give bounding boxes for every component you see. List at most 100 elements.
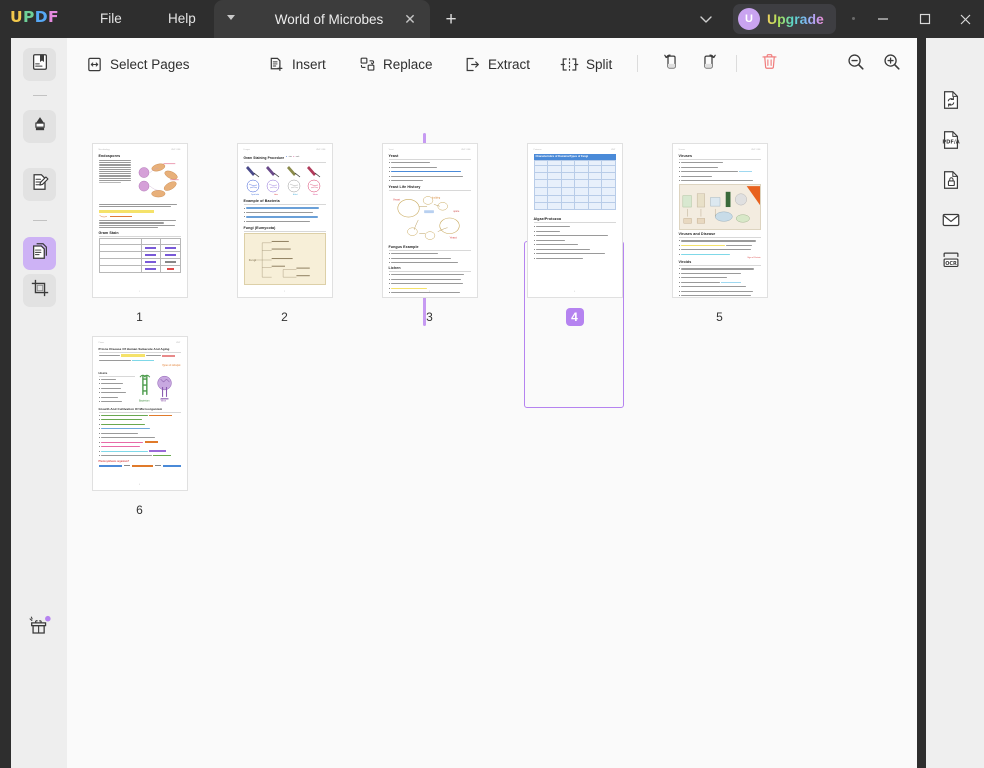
page-preview[interactable]: Protozoa UNIT Characteristics of Domains/… bbox=[526, 143, 623, 298]
extract-label: Extract bbox=[488, 56, 531, 72]
convert-pdf-button[interactable] bbox=[934, 86, 967, 119]
gift-promo-button[interactable] bbox=[23, 613, 56, 646]
lock-document-icon bbox=[940, 169, 962, 196]
page-section-heading: Growth And Cultivation Of Microorganism bbox=[98, 406, 163, 411]
rotate-left-button[interactable] bbox=[657, 51, 683, 77]
sidebar-item-reader[interactable] bbox=[23, 48, 56, 81]
page-subheading: Algae/Protozoa bbox=[533, 216, 562, 221]
tab-chevron-down-icon[interactable] bbox=[227, 15, 235, 20]
pdfa-button[interactable]: PDF/A bbox=[934, 126, 967, 159]
select-pages-icon bbox=[86, 56, 103, 73]
page-section-heading-2: Lichen bbox=[388, 266, 401, 271]
page-preview[interactable]: Prions UNIT Prions Disease Of Human Subac… bbox=[91, 336, 188, 491]
sidebar-divider-2 bbox=[33, 220, 47, 221]
page-number-selected: 4 bbox=[502, 308, 647, 326]
select-pages-button[interactable]: Select Pages bbox=[84, 51, 192, 77]
document-tab[interactable]: World of Microbes ✕ bbox=[214, 0, 430, 38]
insert-button[interactable]: Insert bbox=[266, 51, 328, 77]
svg-text:OCR: OCR bbox=[945, 261, 957, 267]
page-thumbnail-item[interactable]: Viruses UNIT ONE Viruses Viruses and Dis… bbox=[647, 143, 792, 326]
ocr-icon: OCR bbox=[940, 249, 962, 276]
svg-text:budding: budding bbox=[431, 197, 440, 199]
svg-text:Virus: Virus bbox=[161, 400, 167, 402]
svg-text:Yeast: Yeast bbox=[449, 235, 456, 239]
tab-title: World of Microbes bbox=[274, 11, 384, 27]
tab-list-chevron-down-icon[interactable] bbox=[697, 11, 715, 27]
page-heading: Endospores bbox=[98, 154, 121, 158]
edit-document-icon bbox=[30, 172, 50, 197]
sidebar-item-crop[interactable] bbox=[23, 274, 56, 307]
user-avatar: U bbox=[738, 8, 760, 30]
page-preview[interactable]: Viruses UNIT ONE Viruses Viruses and Dis… bbox=[671, 143, 768, 298]
zoom-out-button[interactable] bbox=[843, 51, 869, 77]
email-pdf-button[interactable] bbox=[934, 206, 967, 239]
rotate-right-icon bbox=[700, 52, 720, 76]
left-tool-sidebar bbox=[11, 38, 67, 768]
title-bar: UPDF File Help World of Microbes ✕ + U U… bbox=[0, 0, 984, 38]
replace-page-icon bbox=[359, 56, 376, 73]
new-tab-button[interactable]: + bbox=[440, 9, 462, 31]
page-thumbnail-item[interactable]: Prions UNIT Prions Disease Of Human Subac… bbox=[67, 336, 212, 519]
pdfa-document-icon: PDF/A bbox=[940, 129, 962, 156]
page-subheading: Gram Stain bbox=[98, 230, 119, 235]
replace-label: Replace bbox=[383, 56, 433, 72]
logo-letter-u: U bbox=[10, 8, 23, 26]
page-footer-number: 5 bbox=[718, 291, 721, 293]
page-footer-number: 1 bbox=[138, 291, 141, 293]
pages-organize-icon bbox=[30, 241, 50, 266]
page-preview[interactable]: YeastUNIT ONE Yeast Yeast Life History bbox=[381, 143, 478, 298]
page-preview[interactable]: Fungus UNIT ONE Gram Staining Procedure ■… bbox=[236, 143, 333, 298]
svg-text:spore: spore bbox=[453, 210, 460, 213]
menu-help[interactable]: Help bbox=[160, 8, 204, 29]
split-pages-icon bbox=[560, 56, 579, 73]
logo-letter-p: P bbox=[23, 8, 35, 26]
protect-pdf-button[interactable] bbox=[934, 166, 967, 199]
right-sidebar-edge bbox=[917, 38, 926, 768]
book-reader-icon bbox=[30, 52, 50, 77]
page-footer-number: 2 bbox=[283, 291, 286, 293]
gift-icon bbox=[28, 615, 52, 644]
page-thumbnail-item[interactable]: Microbiology UNIT ONE Endospores Gram St… bbox=[67, 143, 212, 326]
page-thumbnail-item-selected[interactable]: Protozoa UNIT Characteristics of Domains/… bbox=[502, 143, 647, 408]
envelope-icon bbox=[940, 210, 962, 235]
extract-button[interactable]: Extract bbox=[462, 51, 532, 77]
page-subheading: Hosts bbox=[98, 370, 108, 375]
ocr-button[interactable]: OCR bbox=[934, 246, 967, 279]
window-close-button[interactable] bbox=[950, 5, 980, 33]
sidebar-item-organize-pages[interactable] bbox=[23, 237, 56, 270]
window-minimize-button[interactable] bbox=[868, 5, 898, 33]
rotate-right-button[interactable] bbox=[697, 51, 723, 77]
sidebar-item-edit-pdf[interactable] bbox=[23, 168, 56, 201]
tab-close-icon[interactable]: ✕ bbox=[402, 11, 418, 27]
menu-file[interactable]: File bbox=[92, 8, 130, 29]
page-thumbnail-item[interactable]: YeastUNIT ONE Yeast Yeast Life History bbox=[357, 143, 502, 326]
pages-toolbar: Select Pages Insert Replace Extract Spli… bbox=[67, 38, 917, 88]
page-section-heading: Viroids bbox=[678, 260, 692, 265]
delete-pages-button[interactable] bbox=[756, 51, 782, 77]
replace-button[interactable]: Replace bbox=[357, 51, 435, 77]
page-heading: Gram Staining Procedure bbox=[243, 156, 285, 160]
page-number: 2 bbox=[281, 310, 288, 324]
upgrade-button[interactable]: U Upgrade bbox=[733, 4, 836, 34]
sidebar-item-annotate-highlight[interactable] bbox=[23, 110, 56, 143]
page-number: 3 bbox=[426, 310, 433, 324]
page-section-heading: Fungus Example bbox=[388, 244, 419, 249]
page-preview[interactable]: Microbiology UNIT ONE Endospores Gram St… bbox=[91, 143, 188, 298]
toolbar-divider-1 bbox=[637, 55, 638, 72]
zoom-in-button[interactable] bbox=[879, 51, 905, 77]
svg-text:PDF/A: PDF/A bbox=[942, 140, 959, 146]
split-label: Split bbox=[586, 56, 613, 72]
upgrade-label: Upgrade bbox=[767, 11, 824, 27]
page-footer-number: 4 bbox=[573, 291, 576, 293]
page-footer-number: 3 bbox=[428, 291, 431, 293]
window-maximize-button[interactable] bbox=[910, 5, 940, 33]
svg-text:Yeast: Yeast bbox=[392, 197, 399, 201]
svg-text:Fungi: Fungi bbox=[248, 258, 255, 262]
rotate-left-icon bbox=[660, 52, 680, 76]
split-button[interactable]: Split bbox=[558, 51, 614, 77]
crop-icon bbox=[30, 278, 50, 303]
zoom-in-icon bbox=[882, 52, 902, 77]
page-thumbnail-item[interactable]: Fungus UNIT ONE Gram Staining Procedure ■… bbox=[212, 143, 357, 326]
logo-letter-d: D bbox=[34, 8, 49, 26]
page-footer-number: 6 bbox=[138, 484, 141, 486]
